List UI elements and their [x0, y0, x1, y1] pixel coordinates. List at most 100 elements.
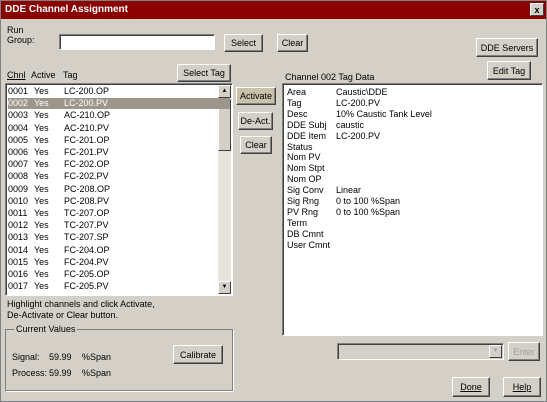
select-tag-button[interactable]: Select Tag [177, 64, 231, 82]
deactivate-button[interactable]: De-Act. [238, 112, 273, 130]
channel-chnl: 0001 [8, 86, 29, 96]
channel-active: Yes [34, 232, 49, 243]
channel-row[interactable]: 0005 Yes FC-201.OP [8, 135, 230, 146]
calibrate-button[interactable]: Calibrate [173, 345, 223, 364]
channel-chnl: 0014 [8, 244, 29, 255]
channel-row[interactable]: 0001 Yes LC-200.OP [8, 86, 230, 97]
channel-row[interactable]: 0009 Yes PC-208.OP [8, 184, 230, 195]
channel-tag: FC-204.OP [64, 244, 110, 255]
channel-tag: FC-204.PV [64, 256, 109, 267]
column-header-active: Active [31, 70, 56, 80]
channel-active: Yes [34, 86, 49, 96]
tag-field-key: DDE Subj [287, 119, 327, 130]
close-icon[interactable]: x [530, 3, 544, 16]
tag-field-key: Term [287, 217, 307, 228]
current-values-title: Current Values [14, 324, 78, 334]
process-unit: %Span [82, 368, 112, 378]
enter-button[interactable]: Enter [508, 342, 540, 361]
channel-chnl: 0003 [8, 110, 29, 121]
tag-field-key: DB Cmnt [287, 228, 324, 239]
channel-chnl: 0006 [8, 147, 29, 157]
title-bar: DDE Channel Assignment x [1, 1, 546, 19]
channel-active: Yes [34, 147, 49, 157]
channel-row[interactable]: 0004 Yes AC-210.PV [8, 123, 230, 134]
channel-tag: FC-205.PV [64, 281, 109, 292]
channel-row[interactable]: 0003 Yes AC-210.OP [8, 110, 230, 121]
current-values-group: Current Values Signal: 59.99 %Span Proce… [5, 324, 233, 391]
channel-row[interactable]: 0016 Yes FC-205.OP [8, 269, 230, 280]
signal-value: 59.99 [49, 352, 72, 362]
channel-active: Yes [34, 122, 49, 133]
channel-chnl: 0013 [8, 232, 29, 243]
channel-row[interactable]: 0012 Yes TC-207.PV [8, 220, 230, 231]
channel-chnl: 0002 [8, 98, 29, 109]
help-button[interactable]: Help [503, 377, 541, 397]
channel-active: Yes [34, 208, 49, 218]
clear-run-group-button[interactable]: Clear [277, 34, 308, 52]
channel-row[interactable]: 0011 Yes TC-207.OP [8, 208, 230, 219]
channel-chnl: 0017 [8, 281, 29, 292]
tag-field-key: Area [287, 87, 307, 97]
clear-channels-button[interactable]: Clear [240, 136, 272, 154]
tag-field-key: Nom PV [287, 152, 321, 163]
tag-field-key: Tag [287, 97, 302, 108]
column-header-tag: Tag [63, 70, 78, 80]
channel-tag: TC-207.SP [64, 232, 109, 243]
tag-field-value: 0 to 100 %Span [336, 196, 401, 206]
tag-field-key: User Cmnt [287, 239, 331, 250]
channel-active: Yes [34, 171, 49, 182]
channel-active: Yes [34, 256, 49, 267]
tag-field-value: Linear [336, 185, 362, 196]
channel-tag: PC-208.OP [64, 183, 111, 194]
channel-row[interactable]: 0014 Yes FC-204.OP [8, 245, 230, 256]
done-button[interactable]: Done [452, 377, 490, 397]
tag-data-panel: Area Caustic\DDE Tag LC-200.PV Desc 10% Caust… [282, 83, 543, 336]
channel-tag: AC-210.OP [64, 110, 111, 121]
tag-field-key: Desc [287, 108, 308, 119]
tag-field-key: Sig Conv [287, 185, 324, 196]
channel-chnl: 0009 [8, 183, 29, 194]
hint-text-line1: Highlight channels and click Activate, [7, 299, 155, 309]
channel-chnl: 0011 [8, 208, 28, 218]
channel-tag: LC-200.PV [64, 98, 109, 109]
tag-field-key: Sig Rng [287, 196, 320, 206]
signal-unit: %Span [82, 352, 112, 362]
tag-field-value: caustic [336, 119, 365, 130]
edit-tag-button[interactable]: Edit Tag [487, 61, 531, 80]
column-header-chnl[interactable]: Chnl [7, 70, 26, 80]
channel-active: Yes [34, 183, 49, 194]
channel-chnl: 0016 [8, 269, 29, 279]
run-group-label-line2: Group: [7, 35, 35, 45]
tag-field-key: Status [287, 141, 313, 152]
dde-servers-button[interactable]: DDE Servers [476, 38, 538, 57]
tag-field-value: Caustic\DDE [336, 87, 388, 97]
window-title: DDE Channel Assignment [5, 4, 128, 15]
channel-list[interactable]: ▲ ▼ 0001 Yes LC-200.OP 0002 Yes LC-200.PV 0003… [5, 83, 233, 296]
channel-active: Yes [34, 98, 49, 109]
channel-row[interactable]: 0006 Yes FC-201.PV [8, 147, 230, 158]
value-dropdown[interactable]: ▼ [337, 343, 504, 360]
help-label: Help [512, 382, 532, 392]
run-group-input[interactable] [59, 34, 215, 50]
channel-row[interactable]: 0013 Yes TC-207.SP [8, 232, 230, 243]
channel-tag: FC-201.OP [64, 134, 110, 145]
activate-button[interactable]: Activate [236, 87, 276, 105]
channel-chnl: 0010 [8, 195, 29, 206]
channel-active: Yes [34, 220, 49, 231]
channel-row[interactable]: 0007 Yes FC-202.OP [8, 159, 230, 170]
channel-row[interactable]: 0015 Yes FC-204.PV [8, 257, 230, 268]
channel-active: Yes [34, 269, 49, 279]
channel-row[interactable]: 0002 Yes LC-200.PV [8, 98, 230, 110]
channel-row[interactable]: 0008 Yes FC-202.PV [8, 171, 230, 182]
hint-text-line2: De-Activate or Clear button. [7, 310, 119, 320]
dde-channel-assignment-window: DDE Channel Assignment x Run Group: Sele… [0, 0, 547, 402]
channel-chnl: 0004 [8, 122, 29, 133]
channel-active: Yes [34, 110, 49, 121]
channel-chnl: 0012 [8, 220, 29, 231]
select-button[interactable]: Select [224, 34, 263, 52]
channel-row[interactable]: 0017 Yes FC-205.PV [8, 281, 230, 292]
process-value: 59.99 [49, 368, 72, 378]
chevron-down-icon[interactable]: ▼ [489, 345, 502, 358]
channel-row[interactable]: 0010 Yes PC-208.PV [8, 196, 230, 207]
tag-field-value: LC-200.PV [336, 130, 381, 141]
